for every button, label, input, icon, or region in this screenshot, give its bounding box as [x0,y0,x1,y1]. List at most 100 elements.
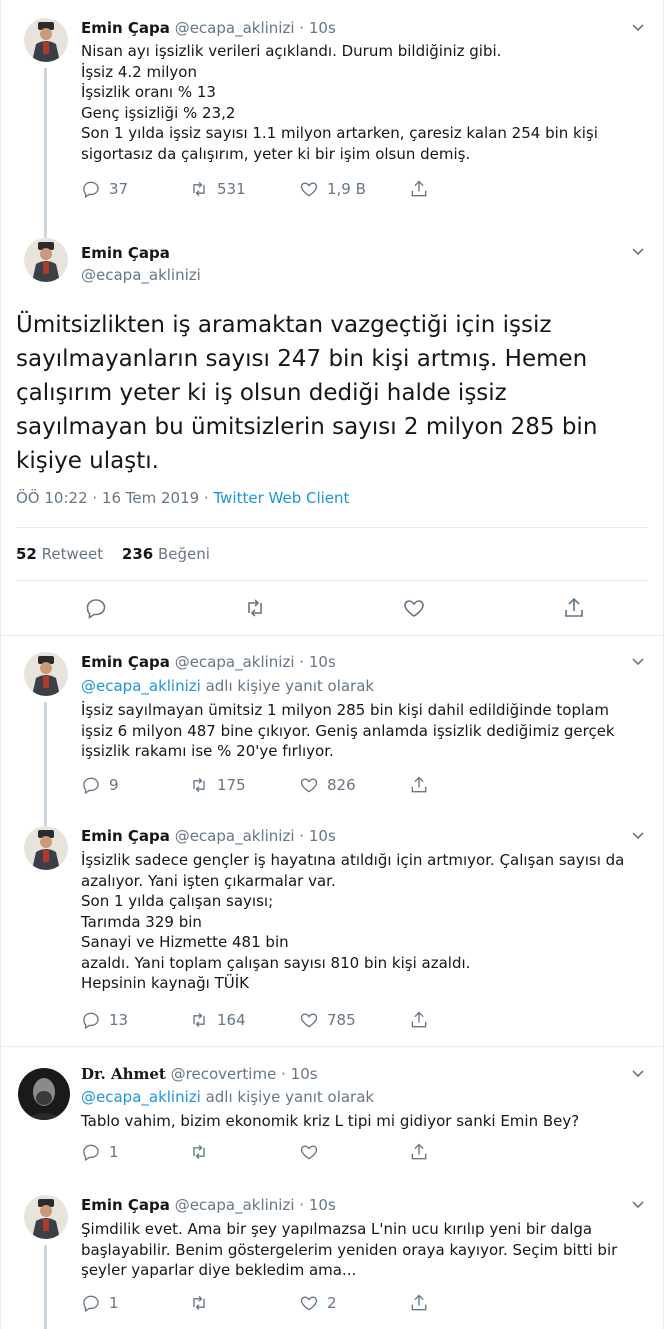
author-handle[interactable]: @ecapa_aklinizi [175,19,295,37]
like-icon[interactable] [402,596,426,620]
retweet-button[interactable]: 164 [189,1009,246,1031]
like-button[interactable]: 785 [299,1009,356,1031]
like-button[interactable]: 2 [299,1292,337,1314]
share-button[interactable] [409,774,429,796]
author-name[interactable]: Emin Çapa [81,1196,170,1214]
reply-tweet[interactable]: Emin Çapa @ecapa_aklinizi · 10s @ecapa_a… [0,636,664,811]
reply-button[interactable]: 9 [81,774,119,796]
tweet-actions: 1 2 [81,1292,501,1314]
author-handle[interactable]: @ecapa_aklinizi [81,266,201,284]
author-handle[interactable]: @ecapa_aklinizi [175,653,295,671]
client-link[interactable]: Twitter Web Client [213,489,349,507]
tweet-time[interactable]: 10s [309,1196,336,1214]
focused-tweet: Emin Çapa @ecapa_aklinizi Ümitsizlikten … [0,230,664,635]
retweet-button[interactable] [189,1141,217,1163]
retweet-icon [193,777,205,793]
tweet-actions: 37 531 1,9 B [81,178,501,200]
tweet-1[interactable]: Emin Çapa @ecapa_aklinizi · 10s Nisan ay… [0,0,664,230]
reply-button[interactable]: 1 [81,1292,119,1314]
tweet-text: İşsizlik sadece gençler iş hayatına atıl… [81,851,625,992]
like-button[interactable] [299,1141,327,1163]
tweet-time[interactable]: 10s [291,1065,318,1083]
author-name[interactable]: Emin Çapa [81,653,170,671]
avatar-emin[interactable] [24,826,68,870]
share-icon[interactable] [562,596,586,620]
share-button[interactable] [409,1141,429,1163]
thread-line [44,68,47,230]
share-button[interactable] [409,178,429,200]
retweet-icon [193,1295,205,1311]
author-handle[interactable]: @ecapa_aklinizi [175,1196,295,1214]
reply-tweet[interactable]: Dr. Ahmet @recovertime · 10s @ecapa_akli… [0,1047,664,1181]
tweet-actions: 13 164 785 [81,1009,501,1031]
reply-button[interactable]: 37 [81,178,128,200]
avatar-emin[interactable] [24,18,68,62]
retweet-icon[interactable] [243,596,267,620]
tweet-time[interactable]: 10s [309,827,336,845]
like-stat-count: 236 [121,545,154,563]
avatar-emin[interactable] [24,1195,68,1239]
caret-down-icon[interactable] [630,654,646,670]
retweet-button[interactable]: 175 [189,774,246,796]
tweet-time[interactable]: 10s [309,19,336,37]
like-button[interactable]: 1,9 B [299,178,366,200]
reply-context: @ecapa_aklinizi adlı kişiye yanıt olarak [81,1088,375,1106]
retweet-button[interactable] [189,1292,217,1314]
reply-tweet[interactable]: Emin Çapa @ecapa_aklinizi · 10s Şimdilik… [0,1181,664,1329]
tweet-actions: 9 175 826 [81,774,501,796]
avatar-emin[interactable] [24,652,68,696]
thread-line [44,811,47,826]
timestamp-text[interactable]: ÖÖ 10:22 · 16 Tem 2019 · [16,489,213,507]
reply-count: 1 [109,1143,119,1161]
share-icon [411,180,427,197]
caret-down-icon[interactable] [630,244,646,260]
tweet-stats: 52 Retweet 236 Beğeni [16,545,210,563]
tweet-header: Dr. Ahmet @recovertime · 10s [81,1065,318,1083]
reply-count: 1 [109,1294,119,1312]
reply-icon[interactable] [84,596,108,620]
like-stat[interactable]: 236 Beğeni [122,545,210,563]
reply-tweet[interactable]: Emin Çapa @ecapa_aklinizi · 10s İşsizlik… [0,811,664,1046]
tweet-time[interactable]: 10s [309,653,336,671]
author-name[interactable]: Emin Çapa [81,19,170,37]
caret-down-icon[interactable] [630,828,646,844]
tweet-header: Emin Çapa @ecapa_aklinizi · 10s [81,1196,336,1214]
retweet-icon [193,1144,205,1160]
share-button[interactable] [409,1292,429,1314]
tweet-text: Tablo vahim, bizim ekonomik kriz L tipi … [81,1112,580,1130]
retweet-icon [193,1012,205,1028]
caret-down-icon[interactable] [630,20,646,36]
share-icon [411,1143,427,1160]
like-icon [300,1145,318,1160]
author-name[interactable]: Emin Çapa [81,244,170,262]
author-handle[interactable]: @recovertime [171,1065,277,1083]
author-name[interactable]: Dr. Ahmet [81,1065,166,1083]
divider [16,527,648,528]
retweet-count: 531 [217,180,246,198]
reply-icon [83,777,99,795]
reply-button[interactable]: 1 [81,1141,119,1163]
caret-down-icon[interactable] [630,1197,646,1213]
share-button[interactable] [409,1009,429,1031]
retweet-button[interactable]: 531 [189,178,246,200]
retweet-stat[interactable]: 52 Retweet [16,545,103,563]
author-handle[interactable]: @ecapa_aklinizi [175,827,295,845]
like-count: 826 [327,776,356,794]
divider [16,580,648,581]
tweet-text: İşsiz sayılmayan ümitsiz 1 milyon 285 bi… [81,701,615,760]
reply-button[interactable]: 13 [81,1009,128,1031]
avatar-ahmet[interactable] [18,1068,70,1120]
author-name[interactable]: Emin Çapa [81,827,170,845]
reply-to-link[interactable]: @ecapa_aklinizi [81,677,201,695]
caret-down-icon[interactable] [630,1066,646,1082]
share-icon [411,1294,427,1311]
avatar-emin[interactable] [24,238,68,282]
thread-line [44,1245,47,1329]
reply-to-link[interactable]: @ecapa_aklinizi [81,1088,201,1106]
reply-context: @ecapa_aklinizi adlı kişiye yanıt olarak [81,677,375,695]
like-count: 2 [327,1294,337,1312]
like-button[interactable]: 826 [299,774,356,796]
share-icon [411,1011,427,1028]
reply-icon [83,181,99,199]
tweet-text: Ümitsizlikten iş aramaktan vazgeçtiği iç… [16,312,598,474]
